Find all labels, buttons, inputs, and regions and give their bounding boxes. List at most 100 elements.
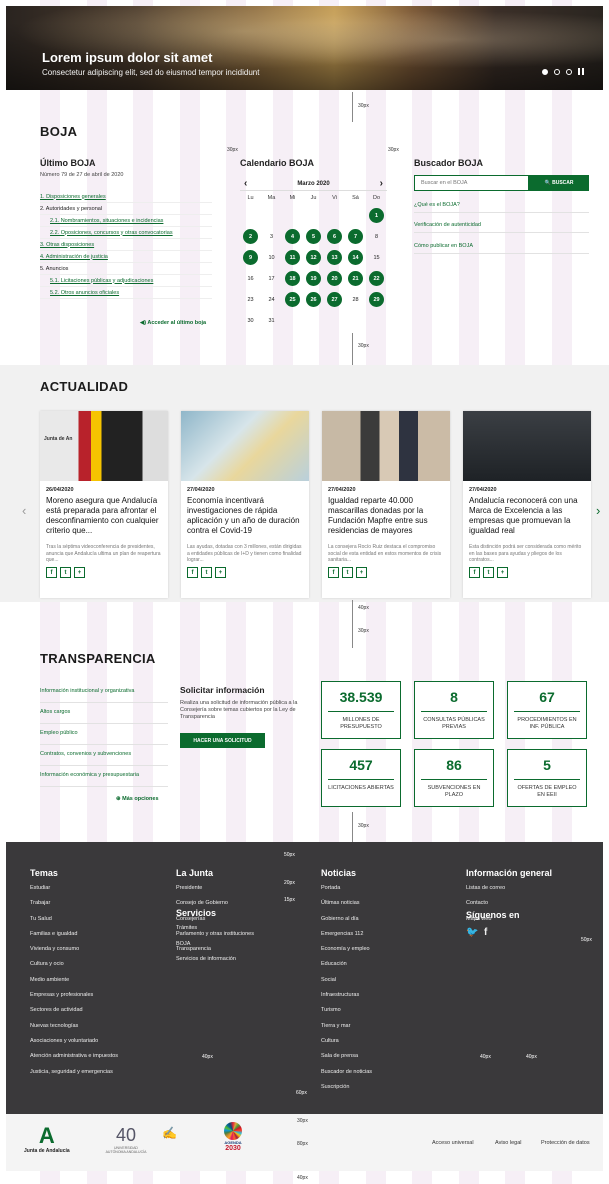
- footer-link[interactable]: Medio ambiente: [30, 977, 118, 992]
- news-title[interactable]: Igualdad reparte 40.000 mascarillas dona…: [328, 496, 444, 538]
- calendar-day[interactable]: 5: [303, 226, 324, 247]
- calendar-day[interactable]: 29: [366, 289, 387, 310]
- boja-link[interactable]: 2.1. Nombramientos, situaciones e incide…: [50, 218, 163, 224]
- search-button[interactable]: 🔍 BUSCAR: [529, 175, 589, 191]
- stat-card[interactable]: 457 LICITACIONES ABIERTAS: [321, 749, 401, 807]
- news-card[interactable]: 27/04/2020 Igualdad reparte 40.000 masca…: [322, 411, 450, 598]
- calendar-day[interactable]: 13: [324, 247, 345, 268]
- boja-link[interactable]: 2.2. Oposiciones, concursos y otras conv…: [50, 230, 173, 236]
- calendar-day[interactable]: 18: [282, 268, 303, 289]
- footer-link[interactable]: Cultura y ocio: [30, 961, 118, 976]
- footer-link[interactable]: Justicia, seguridad y emergencias: [30, 1069, 118, 1084]
- calendar-day[interactable]: 12: [303, 247, 324, 268]
- boja-info-link[interactable]: ¿Qué es el BOJA?: [414, 202, 589, 213]
- twitter-icon[interactable]: t: [201, 567, 212, 578]
- chevron-right-icon[interactable]: ›: [380, 178, 383, 189]
- calendar-day[interactable]: 22: [366, 268, 387, 289]
- calendar-day[interactable]: 7: [345, 226, 366, 247]
- footer-link[interactable]: Infraestructuras: [321, 992, 372, 1007]
- footer-link[interactable]: Buscador de noticias: [321, 1069, 372, 1084]
- footer-link[interactable]: Asociaciones y voluntariado: [30, 1038, 118, 1053]
- transparency-link[interactable]: Información institucional y organizativa: [40, 682, 168, 703]
- legal-link[interactable]: Protección de datos: [541, 1140, 590, 1146]
- footer-link[interactable]: Emergencias 112: [321, 931, 372, 946]
- calendar-day[interactable]: 14: [345, 247, 366, 268]
- transparency-link[interactable]: Información económica y presupuestaria: [40, 766, 168, 787]
- facebook-icon[interactable]: f: [187, 567, 198, 578]
- news-title[interactable]: Economía incentivará investigaciones de …: [187, 496, 303, 538]
- more-options-link[interactable]: ⊕ Más opciones: [116, 796, 159, 802]
- carousel-dot[interactable]: [566, 68, 572, 75]
- footer-link[interactable]: Educación: [321, 961, 372, 976]
- facebook-icon[interactable]: f: [328, 567, 339, 578]
- news-title[interactable]: Moreno asegura que Andalucía está prepar…: [46, 496, 162, 538]
- boja-link[interactable]: 5.2. Otros anuncios oficiales: [50, 290, 119, 296]
- footer-link[interactable]: Sala de prensa: [321, 1053, 372, 1068]
- footer-link[interactable]: Trabajar: [30, 900, 118, 915]
- plus-icon[interactable]: +: [497, 567, 508, 578]
- transparency-link[interactable]: Empleo público: [40, 724, 168, 745]
- footer-link[interactable]: Portada: [321, 885, 372, 900]
- calendar-day[interactable]: 6: [324, 226, 345, 247]
- facebook-icon[interactable]: f: [46, 567, 57, 578]
- plus-icon[interactable]: +: [356, 567, 367, 578]
- boja-link[interactable]: 4. Administración de justicia: [40, 254, 108, 260]
- boja-link[interactable]: 5.1. Licitaciones públicas y adjudicacio…: [50, 278, 153, 284]
- calendar-day[interactable]: 20: [324, 268, 345, 289]
- footer-link[interactable]: Economía y empleo: [321, 946, 372, 961]
- footer-link[interactable]: Cultura: [321, 1038, 372, 1053]
- plus-icon[interactable]: +: [215, 567, 226, 578]
- footer-link[interactable]: Suscripción: [321, 1084, 372, 1099]
- legal-link[interactable]: Acceso universal: [432, 1140, 474, 1146]
- news-card[interactable]: 27/04/2020 Andalucía reconocerá con una …: [463, 411, 591, 598]
- chevron-left-icon[interactable]: ‹: [22, 503, 26, 518]
- carousel-dot[interactable]: [554, 68, 560, 75]
- boja-link[interactable]: 1. Disposiciones generales: [40, 194, 106, 200]
- stat-card[interactable]: 86 SUBVENCIONES EN PLAZO: [414, 749, 494, 807]
- junta-logo[interactable]: A Junta de Andalucía: [24, 1124, 70, 1155]
- news-card[interactable]: 27/04/2020 Economía incentivará investig…: [181, 411, 309, 598]
- calendar-day[interactable]: 27: [324, 289, 345, 310]
- footer-link[interactable]: Atención administrativa e impuestos: [30, 1053, 118, 1068]
- calendar-day[interactable]: 11: [282, 247, 303, 268]
- chevron-right-icon[interactable]: ›: [596, 503, 600, 518]
- news-image[interactable]: [40, 411, 168, 481]
- footer-link[interactable]: Gobierno al día: [321, 916, 372, 931]
- facebook-icon[interactable]: f: [484, 927, 487, 938]
- twitter-icon[interactable]: t: [483, 567, 494, 578]
- stat-card[interactable]: 5 OFERTAS DE EMPLEO EN EEII: [507, 749, 587, 807]
- request-button[interactable]: HACER UNA SOLICITUD: [180, 733, 265, 748]
- calendar-day[interactable]: 1: [366, 205, 387, 226]
- transparency-link[interactable]: Contratos, convenios y subvenciones: [40, 745, 168, 766]
- calendar-day[interactable]: 2: [240, 226, 261, 247]
- calendar-day[interactable]: 9: [240, 247, 261, 268]
- footer-link[interactable]: Últimas noticias: [321, 900, 372, 915]
- transparency-link[interactable]: Altos cargos: [40, 703, 168, 724]
- footer-link[interactable]: Empresas y profesionales: [30, 992, 118, 1007]
- stat-card[interactable]: 38.539 MILLONES DE PRESUPUESTO: [321, 681, 401, 739]
- boja-info-link[interactable]: Cómo publicar en BOJA: [414, 243, 589, 254]
- chevron-left-icon[interactable]: ‹: [244, 178, 247, 189]
- carousel-dot[interactable]: [542, 68, 548, 75]
- footer-link[interactable]: Servicios de información: [176, 956, 254, 971]
- access-last-boja-link[interactable]: ◀) Acceder al último boja: [140, 320, 206, 326]
- twitter-icon[interactable]: t: [342, 567, 353, 578]
- footer-link[interactable]: Tu Salud: [30, 916, 118, 931]
- twitter-icon[interactable]: t: [60, 567, 71, 578]
- footer-link[interactable]: Listas de correo: [466, 885, 552, 900]
- boja-info-link[interactable]: Verificación de autenticidad: [414, 222, 589, 233]
- calendar-day[interactable]: 21: [345, 268, 366, 289]
- legal-link[interactable]: Aviso legal: [495, 1140, 522, 1146]
- facebook-icon[interactable]: f: [469, 567, 480, 578]
- news-image[interactable]: [322, 411, 450, 481]
- calendar-day[interactable]: 25: [282, 289, 303, 310]
- footer-link[interactable]: Vivienda y consumo: [30, 946, 118, 961]
- boja-link[interactable]: 3. Otras disposiciones: [40, 242, 94, 248]
- footer-link[interactable]: Estudiar: [30, 885, 118, 900]
- footer-link[interactable]: Sectores de actividad: [30, 1007, 118, 1022]
- footer-link[interactable]: Nuevas tecnologías: [30, 1023, 118, 1038]
- stat-card[interactable]: 67 PROCEDIMIENTOS EN INF. PÚBLICA: [507, 681, 587, 739]
- twitter-icon[interactable]: 🐦: [466, 927, 478, 938]
- footer-link[interactable]: Social: [321, 977, 372, 992]
- plus-icon[interactable]: +: [74, 567, 85, 578]
